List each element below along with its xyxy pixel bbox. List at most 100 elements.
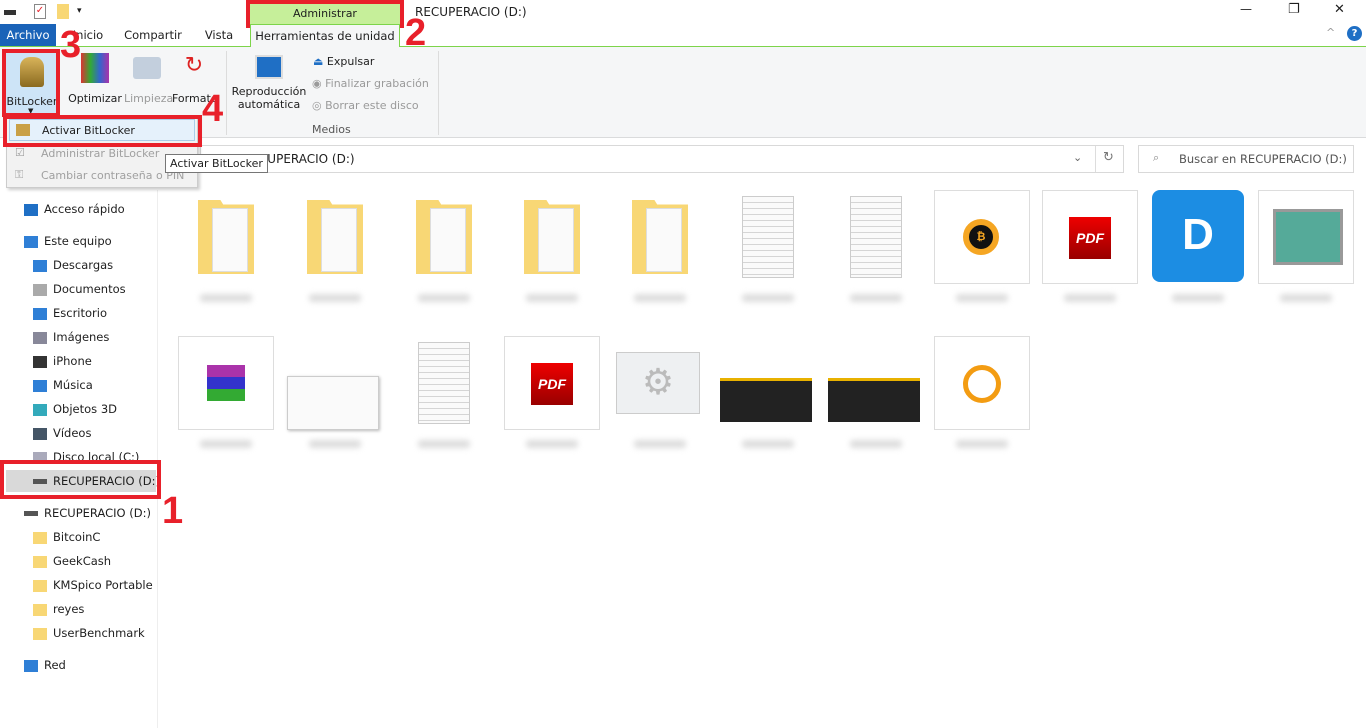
menu-item-label: Cambiar contraseña o PIN [41, 169, 185, 182]
gears-icon: ⚙ [616, 352, 700, 414]
monitor-icon [24, 235, 38, 248]
file-item[interactable]: PDF [504, 336, 600, 430]
borrar-disco-button[interactable]: ◎ Borrar este disco [312, 99, 419, 112]
file-name-blurred [634, 294, 686, 302]
file-item[interactable] [1258, 190, 1354, 284]
file-item[interactable] [828, 190, 924, 284]
limpieza-label: Limpieza [124, 92, 174, 105]
sidebar-item[interactable]: Acceso rápido [24, 198, 125, 220]
file-item[interactable] [287, 336, 383, 430]
sidebar-item-label: reyes [53, 602, 85, 616]
tab-herramientas-de-unidad[interactable]: Herramientas de unidad [250, 24, 400, 47]
sidebar-item[interactable]: GeekCash [33, 550, 111, 572]
refresh-icon[interactable]: ↻ [1103, 150, 1114, 165]
file-item[interactable] [934, 336, 1030, 430]
borrar-label: Borrar este disco [325, 99, 419, 112]
folder-icon [33, 579, 47, 592]
file-item[interactable] [504, 190, 600, 284]
close-button[interactable]: ✕ [1334, 2, 1345, 17]
phone-icon [33, 355, 47, 368]
sidebar-item-label: iPhone [53, 354, 92, 368]
file-item[interactable]: PDF [1042, 190, 1138, 284]
restore-button[interactable]: ❐ [1288, 2, 1300, 17]
sidebar-item[interactable]: Música [33, 374, 93, 396]
sidebar-item-label: Imágenes [53, 330, 110, 344]
image-thumbnail [828, 378, 920, 422]
reproduccion-automatica-button[interactable]: Reproducción automática [230, 55, 308, 111]
new-folder-icon[interactable] [57, 4, 69, 19]
file-item[interactable] [720, 190, 816, 284]
sidebar-item[interactable]: Objetos 3D [33, 398, 117, 420]
documents-icon [33, 283, 47, 296]
window-title: RECUPERACIO (D:) [415, 5, 527, 19]
annotation-3: 3 [60, 24, 82, 66]
collapse-ribbon-icon[interactable]: ^ [1326, 26, 1335, 39]
network-icon [24, 659, 38, 672]
sidebar-item-label: Documentos [53, 282, 126, 296]
folder-icon [33, 627, 47, 640]
folder-icon [33, 531, 47, 544]
sidebar-item[interactable]: Documentos [33, 278, 126, 300]
sidebar-item-label: Escritorio [53, 306, 108, 320]
folder-icon [198, 200, 254, 274]
pdf-icon: PDF [531, 363, 573, 405]
tooltip: Activar BitLocker [165, 154, 268, 173]
folder-icon [33, 555, 47, 568]
annotation-4: 4 [202, 88, 224, 130]
file-item[interactable]: ⚙ [612, 336, 708, 430]
sidebar-item[interactable]: RECUPERACIO (D:) [24, 502, 151, 524]
pdf-icon: PDF [1069, 217, 1111, 259]
sidebar-item[interactable]: Descargas [33, 254, 113, 276]
annotation-box-3 [2, 49, 60, 117]
properties-icon[interactable]: ✓ [34, 4, 46, 19]
optimizar-label: Optimizar [68, 92, 122, 105]
sidebar-item[interactable]: KMSpico Portable [33, 574, 153, 596]
address-bar[interactable]: RECUPERACIO (D:) ⌄ ↻ [200, 145, 1124, 173]
dash-icon: D [1152, 190, 1244, 282]
desktop-icon [33, 307, 47, 320]
file-item[interactable] [612, 190, 708, 284]
sidebar-item-label: GeekCash [53, 554, 112, 568]
document-icon [742, 196, 794, 278]
sidebar-item[interactable]: Este equipo [24, 230, 112, 252]
address-history-dropdown[interactable]: ⌄ [1073, 151, 1082, 164]
file-item[interactable] [287, 190, 383, 284]
star-icon [24, 203, 38, 216]
file-item[interactable] [828, 336, 924, 430]
file-name-blurred [956, 440, 1008, 448]
sidebar-item[interactable]: Red [24, 654, 66, 676]
sidebar-item[interactable]: Imágenes [33, 326, 109, 348]
file-item[interactable] [720, 336, 816, 430]
winrar-icon [207, 365, 245, 401]
file-item[interactable] [178, 336, 274, 430]
sidebar-item[interactable]: Escritorio [33, 302, 107, 324]
expulsar-button[interactable]: ⏏ Expulsar [313, 55, 374, 68]
tab-vista[interactable]: Vista [195, 24, 243, 46]
minimize-button[interactable]: — [1240, 2, 1252, 16]
sidebar-item-label: KMSpico Portable [53, 578, 153, 592]
reproduccion-label: Reproducción automática [231, 85, 307, 111]
objects3d-icon [33, 403, 47, 416]
limpieza-button[interactable]: Limpieza [124, 53, 174, 105]
sidebar-item[interactable]: reyes [33, 598, 84, 620]
file-item[interactable]: ₿ [934, 190, 1030, 284]
sidebar-item[interactable]: Vídeos [33, 422, 91, 444]
file-item[interactable]: D [1150, 190, 1246, 284]
file-name-blurred [742, 440, 794, 448]
sidebar-item[interactable]: BitcoinC [33, 526, 100, 548]
tab-archivo[interactable]: Archivo [0, 24, 56, 46]
help-icon[interactable]: ? [1347, 26, 1362, 41]
sidebar-item-label: Objetos 3D [53, 402, 117, 416]
sidebar-item[interactable]: iPhone [33, 350, 92, 372]
search-input[interactable]: ⌕ Buscar en RECUPERACIO (D:) [1138, 145, 1354, 173]
sidebar-item[interactable]: UserBenchmark [33, 622, 145, 644]
file-item[interactable] [396, 336, 492, 430]
finalizar-grabacion-button[interactable]: ◉ Finalizar grabación [312, 77, 429, 90]
file-name-blurred [526, 294, 578, 302]
customize-qat-icon[interactable]: ▾ [77, 6, 82, 16]
file-item[interactable] [178, 190, 274, 284]
file-item[interactable] [396, 190, 492, 284]
file-name-blurred [418, 440, 470, 448]
gauge-icon [963, 365, 1001, 403]
tab-compartir[interactable]: Compartir [118, 24, 188, 46]
